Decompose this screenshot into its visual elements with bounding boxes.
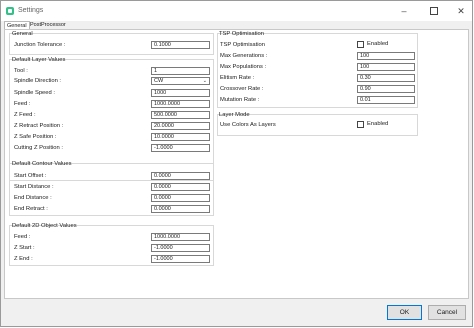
spindle-direction-label: Spindle Direction : — [14, 78, 62, 84]
end-distance-input[interactable]: 0.0000 — [151, 194, 210, 202]
layer-values-group-title: Default Layer Values — [12, 57, 66, 63]
use-colors-as-layers-label: Use Colors As Layers — [220, 122, 276, 128]
feed-label: Feed : — [14, 101, 31, 107]
cutting-z-position-label: Cutting Z Position : — [14, 145, 63, 151]
z-safe-position-input[interactable]: 10.0000 — [151, 133, 210, 141]
end-retract-label: End Retract : — [14, 206, 48, 212]
tsp-group-title: TSP Optimisation — [219, 31, 264, 37]
tool-input[interactable]: 1 — [151, 67, 210, 75]
max-generations-input[interactable]: 100 — [357, 52, 415, 60]
elitism-rate-label: Elitism Rate : — [220, 75, 255, 81]
spindle-speed-label: Spindle Speed : — [14, 90, 55, 96]
mutation-rate-label: Mutation Rate : — [220, 97, 260, 103]
feed-input[interactable]: 1000.0000 — [151, 100, 210, 108]
chevron-down-icon: ⌄ — [202, 78, 207, 84]
z-end-input[interactable]: -1.0000 — [151, 255, 210, 263]
use-colors-enabled-label[interactable]: Enabled — [367, 121, 388, 127]
object2d-feed-input[interactable]: 1000.0000 — [151, 233, 210, 241]
z-start-input[interactable]: -1.0000 — [151, 244, 210, 252]
elitism-rate-input[interactable]: 0.30 — [357, 74, 415, 82]
max-populations-input[interactable]: 100 — [357, 63, 415, 71]
max-generations-label: Max Generations : — [220, 53, 268, 59]
spindle-direction-value: CW — [154, 78, 164, 84]
spindle-direction-select[interactable]: CW ⌄ — [151, 77, 210, 85]
tsp-enabled-checkbox[interactable] — [357, 41, 364, 48]
maximize-button[interactable] — [424, 4, 444, 18]
start-offset-label: Start Offset : — [14, 173, 47, 179]
settings-window: Settings – ✕ General PostProcessor Gener… — [0, 0, 473, 327]
z-feed-label: Z Feed : — [14, 112, 36, 118]
z-retract-position-label: Z Retract Position : — [14, 123, 64, 129]
crossover-rate-label: Crossover Rate : — [220, 86, 264, 92]
tsp-enabled-label[interactable]: Enabled — [367, 41, 388, 47]
junction-tolerance-label: Junction Tolerance : — [14, 42, 66, 48]
tsp-optimisation-label: TSP Optimisation — [220, 42, 265, 48]
close-button[interactable]: ✕ — [451, 4, 471, 18]
z-feed-input[interactable]: 500.0000 — [151, 111, 210, 119]
minimize-icon: – — [401, 6, 407, 16]
use-colors-enabled-checkbox[interactable] — [357, 121, 364, 128]
layer-mode-group-title: Layer Mode — [219, 112, 250, 118]
start-distance-input[interactable]: 0.0000 — [151, 183, 210, 191]
dialog-button-bar: OK Cancel — [1, 299, 472, 326]
mutation-rate-input[interactable]: 0.01 — [357, 96, 415, 104]
general-tab-page: General Junction Tolerance : 0.1000 Defa… — [4, 29, 469, 299]
object2d-values-group-title: Default 2D Object Values — [12, 223, 77, 229]
start-offset-input[interactable]: 0.0000 — [151, 172, 210, 180]
minimize-button[interactable]: – — [394, 4, 414, 18]
max-populations-label: Max Populations : — [220, 64, 267, 70]
spindle-speed-input[interactable]: 1000 — [151, 89, 210, 97]
junction-tolerance-input[interactable]: 0.1000 — [151, 41, 210, 49]
contour-values-group-title: Default Contour Values — [12, 161, 72, 167]
close-icon: ✕ — [457, 5, 465, 16]
start-distance-label: Start Distance : — [14, 184, 54, 190]
cutting-z-position-input[interactable]: -1.0000 — [151, 144, 210, 152]
tab-postprocessor[interactable]: PostProcessor — [28, 21, 68, 29]
z-safe-position-label: Z Safe Position : — [14, 134, 57, 140]
z-start-label: Z Start : — [14, 245, 35, 251]
z-end-label: Z End : — [14, 256, 33, 262]
tool-label: Tool : — [14, 68, 28, 74]
title-bar[interactable]: Settings – ✕ — [1, 1, 472, 21]
end-retract-input[interactable]: 0.0000 — [151, 205, 210, 213]
ok-button[interactable]: OK — [387, 305, 422, 320]
window-title: Settings — [18, 7, 44, 14]
app-icon — [6, 7, 14, 15]
z-retract-position-input[interactable]: 20.0000 — [151, 122, 210, 130]
end-distance-label: End Distance : — [14, 195, 52, 201]
object2d-feed-label: Feed : — [14, 234, 31, 240]
maximize-icon — [430, 7, 438, 15]
general-group-title: General — [12, 31, 33, 37]
crossover-rate-input[interactable]: 0.90 — [357, 85, 415, 93]
cancel-button[interactable]: Cancel — [428, 305, 466, 320]
